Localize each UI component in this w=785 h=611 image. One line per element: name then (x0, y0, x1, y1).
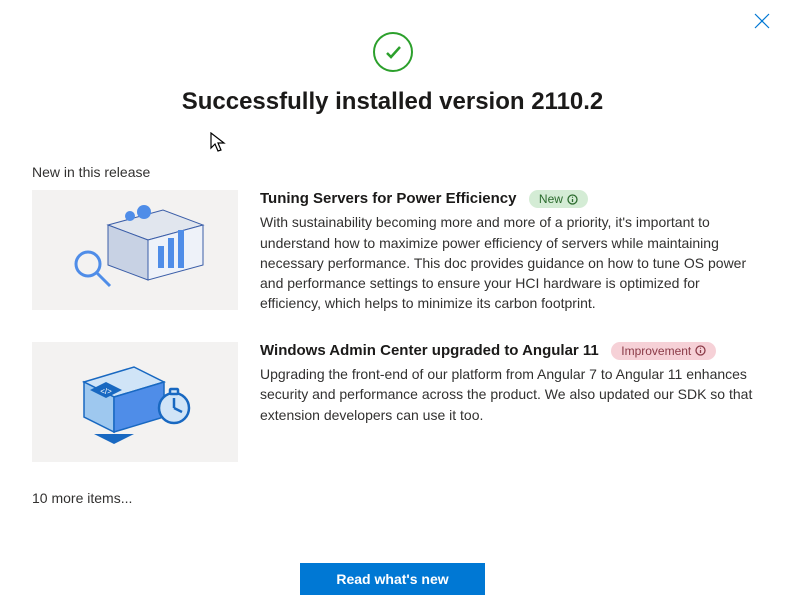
item-title: Windows Admin Center upgraded to Angular… (260, 342, 599, 359)
item-body: Tuning Servers for Power Efficiency New … (260, 190, 753, 314)
server-efficiency-illustration-icon (60, 200, 210, 300)
info-icon (695, 345, 706, 356)
badge-label: New (539, 192, 563, 206)
release-item: </> Windows Admin Center upgraded to Ang… (32, 342, 753, 462)
close-button[interactable] (753, 12, 771, 30)
close-icon (753, 12, 771, 30)
improvement-badge: Improvement (611, 342, 716, 360)
release-item: Tuning Servers for Power Efficiency New … (32, 190, 753, 314)
item-title: Tuning Servers for Power Efficiency (260, 190, 516, 207)
dialog-footer: Read what's new (0, 563, 785, 595)
read-whats-new-button[interactable]: Read what's new (300, 563, 484, 595)
svg-text:</>: </> (100, 387, 112, 396)
cursor-icon (210, 132, 228, 159)
badge-label: Improvement (621, 344, 691, 358)
item-description: With sustainability becoming more and mo… (260, 212, 753, 313)
info-icon (567, 194, 578, 205)
new-badge: New (529, 190, 588, 208)
item-description: Upgrading the front-end of our platform … (260, 364, 753, 425)
item-body: Windows Admin Center upgraded to Angular… (260, 342, 753, 462)
angular-upgrade-illustration-icon: </> (60, 352, 210, 452)
release-notes-content: New in this release (0, 164, 785, 506)
dialog-header: Successfully installed version 2110.2 (0, 0, 785, 116)
item-thumbnail (32, 190, 238, 310)
success-check-icon (373, 32, 413, 72)
item-thumbnail: </> (32, 342, 238, 462)
section-label: New in this release (32, 164, 753, 180)
dialog-title: Successfully installed version 2110.2 (0, 88, 785, 116)
more-items-link[interactable]: 10 more items... (32, 490, 753, 506)
